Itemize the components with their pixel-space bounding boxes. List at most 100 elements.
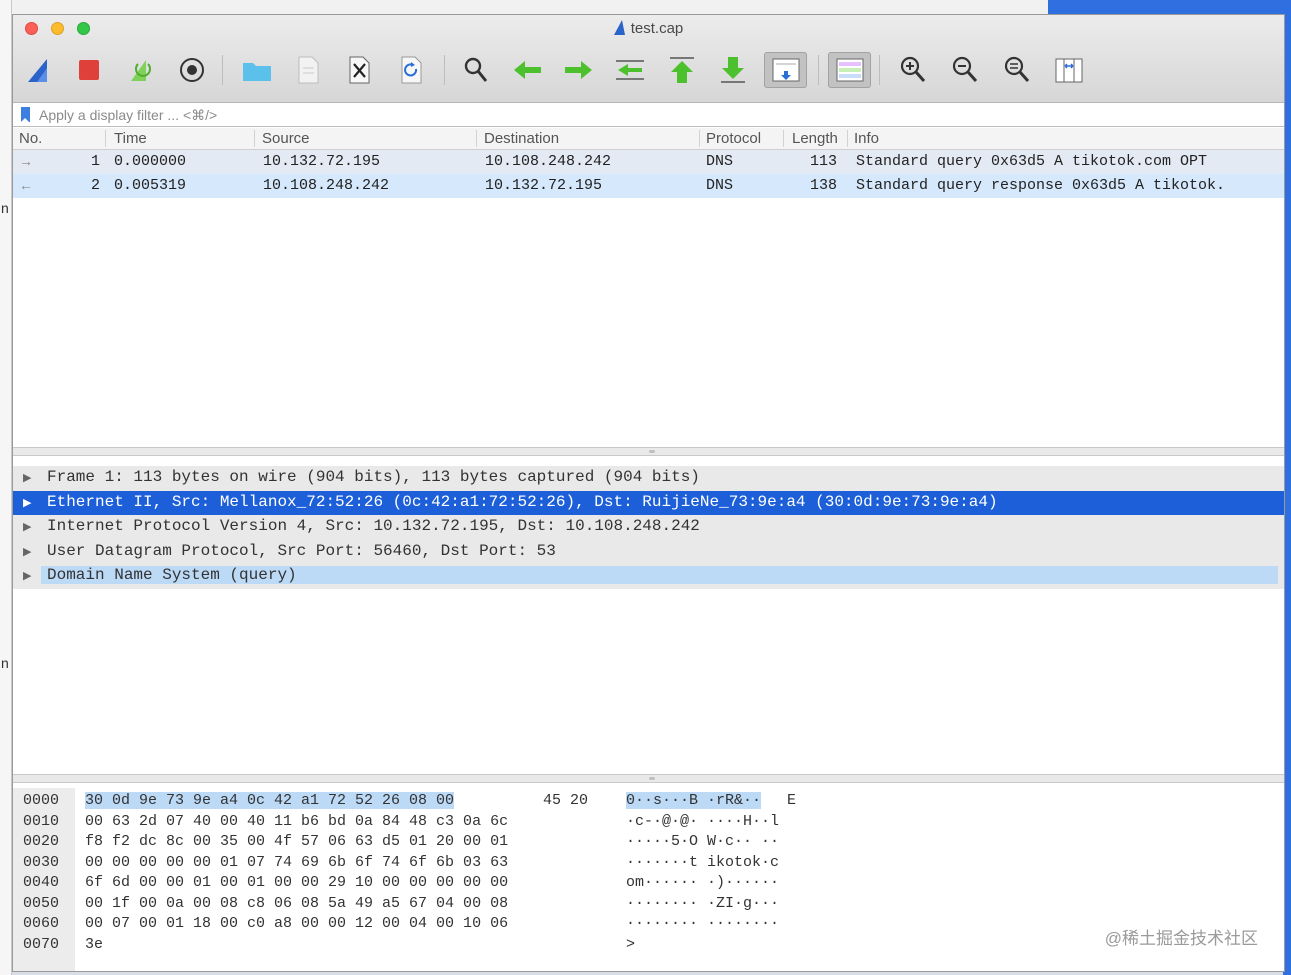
display-filter-input[interactable]	[39, 105, 1239, 125]
detail-row-udp[interactable]: ▶ User Datagram Protocol, Src Port: 5646…	[13, 539, 1284, 564]
search-icon	[464, 57, 488, 82]
toolbar-separator	[879, 55, 880, 85]
reload-icon	[401, 56, 422, 84]
arrow-right-icon	[565, 61, 592, 79]
zoom-out-button[interactable]	[946, 52, 984, 88]
packet-time: 0.000000	[114, 153, 187, 170]
packet-protocol: DNS	[706, 153, 734, 170]
bytes-row[interactable]: 0020 f8 f2 dc 8c 00 35 00 4f 57 06 63 d5…	[13, 832, 1284, 853]
packet-row[interactable]: → 1 0.000000 10.132.72.195 10.108.248.24…	[13, 150, 1284, 174]
detail-row-dns[interactable]: ▶ Domain Name System (query)	[13, 564, 1284, 589]
bytes-hex: 3e	[85, 935, 104, 953]
column-separator[interactable]	[476, 130, 477, 147]
close-file-button[interactable]	[340, 52, 378, 88]
capture-options-button[interactable]	[173, 52, 211, 88]
normal-size-button[interactable]	[998, 52, 1036, 88]
column-separator[interactable]	[783, 130, 784, 147]
restart-capture-button[interactable]	[121, 52, 159, 88]
packet-length: 138	[810, 177, 838, 194]
stop-capture-button[interactable]	[70, 52, 108, 88]
bytes-row[interactable]: 0040 6f 6d 00 00 01 00 01 00 00 29 10 00…	[13, 873, 1284, 894]
go-to-packet-button[interactable]	[611, 52, 649, 88]
detail-row-frame[interactable]: ▶ Frame 1: 113 bytes on wire (904 bits),…	[13, 466, 1284, 491]
auto-scroll-button[interactable]	[764, 52, 807, 88]
bytes-hex: 00 07 00 01 18 00 c0 a8 00 00 12 00 04 0…	[85, 915, 509, 932]
detail-text: Domain Name System (query)	[41, 566, 1278, 584]
col-header-time[interactable]: Time	[114, 130, 147, 147]
bytes-hex-selected: 30 0d 9e 73 9e a4 0c 42 a1 72 52 26 08 0…	[85, 792, 455, 809]
last-packet-button[interactable]	[714, 52, 752, 88]
bytes-hex: 00 63 2d 07 40 00 40 11 b6 bd 0a 84 48 c…	[85, 812, 509, 830]
bytes-hex: 00 1f 00 0a 00 08 c8 06 08 5a 49 a5 67 0…	[85, 894, 509, 912]
request-arrow-icon: →	[19, 153, 33, 169]
document-icon	[298, 56, 319, 84]
pane-splitter[interactable]	[13, 447, 1284, 456]
bytes-offset: 0000	[23, 792, 60, 809]
bytes-row[interactable]: 0010 00 63 2d 07 40 00 40 11 b6 bd 0a 84…	[13, 812, 1284, 833]
start-capture-button[interactable]	[20, 52, 58, 88]
pane-splitter[interactable]	[13, 774, 1284, 783]
expand-arrow-icon[interactable]: ▶	[23, 471, 31, 484]
go-forward-button[interactable]	[559, 52, 597, 88]
bytes-offset: 0070	[23, 935, 60, 953]
packet-bytes: 0000 30 0d 9e 73 9e a4 0c 42 a1 72 52 26…	[13, 788, 1284, 971]
bytes-row[interactable]: 0000 30 0d 9e 73 9e a4 0c 42 a1 72 52 26…	[13, 791, 1284, 812]
detail-text: Internet Protocol Version 4, Src: 10.132…	[47, 517, 700, 535]
expand-arrow-icon[interactable]: ▶	[23, 545, 31, 558]
find-packet-button[interactable]	[457, 52, 495, 88]
expand-arrow-icon[interactable]: ▶	[23, 520, 31, 533]
arrow-up-icon	[670, 57, 694, 83]
folder-icon	[243, 63, 271, 81]
bytes-ascii: ·······t ikotok·c	[626, 853, 780, 871]
bytes-row[interactable]: 0060 00 07 00 01 18 00 c0 a8 00 00 12 00…	[13, 914, 1284, 935]
bytes-ascii: E	[787, 792, 797, 809]
stop-icon	[79, 60, 99, 80]
bookmark-icon[interactable]	[21, 107, 30, 122]
column-separator[interactable]	[105, 130, 106, 147]
save-file-button[interactable]	[289, 52, 327, 88]
col-header-no[interactable]: No.	[19, 130, 42, 147]
bytes-ascii: >	[626, 935, 636, 953]
first-packet-button[interactable]	[663, 52, 701, 88]
column-separator[interactable]	[254, 130, 255, 147]
packet-info: Standard query response 0x63d5 A tikotok…	[856, 177, 1226, 194]
col-header-destination[interactable]: Destination	[484, 130, 559, 147]
zoom-in-icon	[900, 56, 926, 82]
resize-columns-icon	[1055, 58, 1083, 83]
bytes-offset: 0020	[23, 833, 60, 850]
window-title: test.cap	[13, 20, 1284, 37]
open-file-button[interactable]	[238, 52, 276, 88]
background-strip	[0, 0, 1291, 14]
colorize-button[interactable]	[828, 52, 871, 88]
watermark: @稀土掘金技术社区	[1104, 929, 1258, 948]
packet-info: Standard query 0x63d5 A tikotok.com OPT	[856, 153, 1208, 170]
column-separator[interactable]	[699, 130, 700, 147]
packet-destination: 10.132.72.195	[485, 177, 603, 194]
detail-row-ipv4[interactable]: ▶ Internet Protocol Version 4, Src: 10.1…	[13, 515, 1284, 540]
packet-list-header: No. Time Source Destination Protocol Len…	[13, 128, 1284, 150]
toolbar-separator	[444, 55, 445, 85]
bytes-row[interactable]: 0050 00 1f 00 0a 00 08 c8 06 08 5a 49 a5…	[13, 894, 1284, 915]
resize-columns-button[interactable]	[1050, 52, 1088, 88]
reload-file-button[interactable]	[392, 52, 430, 88]
auto-scroll-icon	[772, 58, 799, 82]
bytes-offset: 0050	[23, 894, 60, 912]
bytes-ascii-selected: 0··s···B ·rR&··	[626, 792, 762, 809]
bytes-row[interactable]: 0070 3e >	[13, 935, 1284, 956]
col-header-info[interactable]: Info	[854, 130, 879, 147]
expand-arrow-icon[interactable]: ▶	[23, 569, 31, 582]
col-header-length[interactable]: Length	[792, 130, 838, 147]
col-header-source[interactable]: Source	[262, 130, 310, 147]
column-separator[interactable]	[847, 130, 848, 147]
expand-arrow-icon[interactable]: ▶	[23, 496, 31, 509]
detail-row-ethernet[interactable]: ▶ Ethernet II, Src: Mellanox_72:52:26 (0…	[13, 490, 1284, 515]
bytes-ascii: ········ ········	[626, 915, 780, 932]
packet-row[interactable]: ← 2 0.005319 10.108.248.242 10.132.72.19…	[13, 174, 1284, 198]
bytes-offset: 0030	[23, 853, 60, 871]
bytes-offset: 0040	[23, 874, 60, 891]
bytes-row[interactable]: 0030 00 00 00 00 00 01 07 74 69 6b 6f 74…	[13, 853, 1284, 874]
col-header-protocol[interactable]: Protocol	[706, 130, 761, 147]
go-back-button[interactable]	[509, 52, 547, 88]
zoom-in-button[interactable]	[894, 52, 932, 88]
bytes-hex: f8 f2 dc 8c 00 35 00 4f 57 06 63 d5 01 2…	[85, 833, 509, 850]
